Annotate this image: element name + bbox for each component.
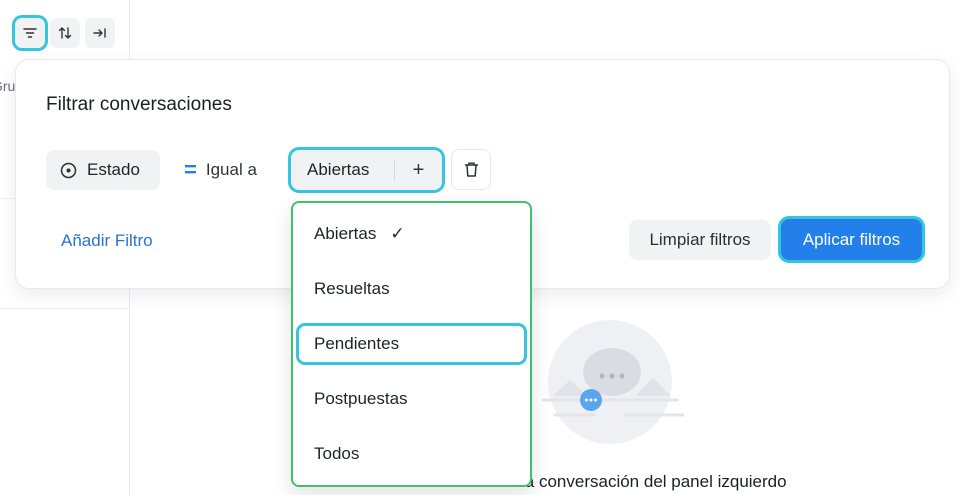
filter-button[interactable] xyxy=(15,18,45,48)
dropdown-option-label: Postpuestas xyxy=(314,389,408,408)
dropdown-option-resueltas[interactable]: Resueltas xyxy=(299,271,524,307)
dropdown-option-postpuestas[interactable]: Postpuestas xyxy=(299,381,524,417)
filter-icon xyxy=(23,28,37,38)
status-circle-icon xyxy=(60,162,77,178)
filter-operator-select[interactable]: = Igual a xyxy=(184,150,257,190)
dropdown-option-todos[interactable]: Todos xyxy=(299,436,524,472)
dropdown-option-label: Abiertas xyxy=(314,224,377,243)
collapse-right-icon xyxy=(93,28,106,38)
sort-icon xyxy=(58,27,72,39)
sidebar-partial-label: Gru xyxy=(0,78,16,94)
trash-icon xyxy=(464,162,478,177)
add-filter-link[interactable]: Añadir Filtro xyxy=(61,231,153,251)
filter-value-select[interactable]: Abiertas + xyxy=(291,150,442,190)
status-dropdown: Abiertas ✓ Resueltas Pendientes Postpues… xyxy=(291,201,532,487)
dropdown-option-label: Todos xyxy=(314,444,360,463)
filter-attribute-select[interactable]: Estado xyxy=(46,150,160,190)
filter-attribute-label: Estado xyxy=(87,160,140,179)
empty-chat-illustration xyxy=(541,320,685,444)
collapse-panel-button[interactable] xyxy=(85,18,115,48)
add-value-icon[interactable]: + xyxy=(395,159,442,182)
delete-filter-button[interactable] xyxy=(451,149,491,190)
dropdown-option-pendientes[interactable]: Pendientes xyxy=(299,326,524,362)
dropdown-option-label: Pendientes xyxy=(314,334,400,353)
clear-filters-button[interactable]: Limpiar filtros xyxy=(629,220,771,260)
dropdown-option-label: Resueltas xyxy=(314,279,390,298)
check-icon: ✓ xyxy=(390,224,405,243)
equals-icon: = xyxy=(184,157,197,182)
sidebar-divider xyxy=(0,308,129,309)
app-root: Gru xyxy=(0,0,960,495)
sort-button[interactable] xyxy=(50,18,80,48)
filter-panel-title: Filtrar conversaciones xyxy=(46,94,232,115)
dropdown-option-abiertas[interactable]: Abiertas ✓ xyxy=(299,216,524,252)
apply-filters-button[interactable]: Aplicar filtros xyxy=(781,219,922,260)
filter-operator-label: Igual a xyxy=(205,160,257,179)
filter-value-label: Abiertas xyxy=(307,160,370,179)
